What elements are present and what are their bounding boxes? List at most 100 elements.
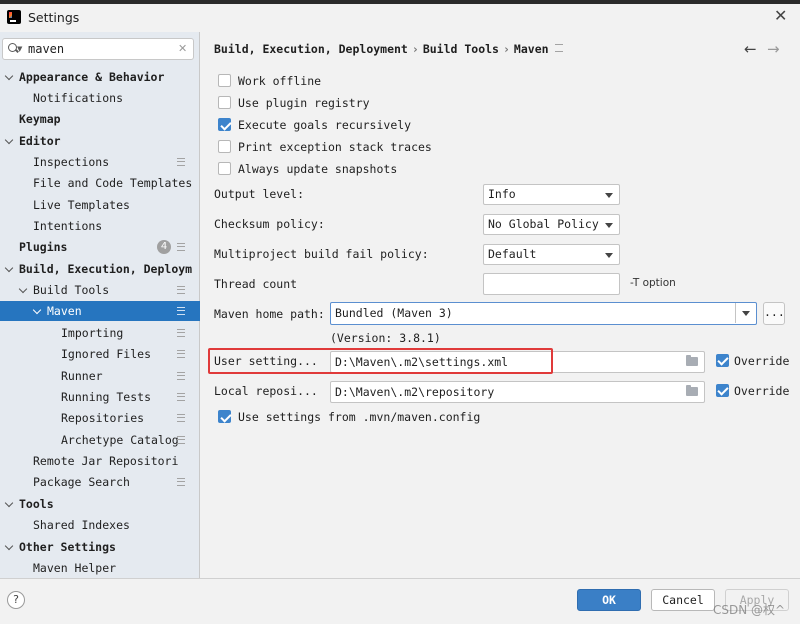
csdn-watermark: CSDN @权^: [713, 603, 786, 617]
work-offline-label: Work offline: [238, 74, 322, 88]
project-settings-icon: [177, 329, 185, 337]
title-bar: Settings ✕: [0, 4, 800, 32]
cancel-button[interactable]: Cancel: [651, 589, 715, 611]
tree-item-live-templates[interactable]: Live Templates: [0, 195, 200, 215]
tree-item-keymap[interactable]: Keymap: [0, 109, 200, 129]
project-settings-icon: [177, 393, 185, 401]
breadcrumb-separator: ›: [411, 42, 419, 56]
forward-arrow-icon[interactable]: →: [767, 40, 780, 58]
breadcrumb: Build, Execution, Deployment › Build Tools…: [214, 42, 563, 56]
search-history-chevron-icon[interactable]: ▼: [17, 45, 22, 53]
print-stack-label: Print exception stack traces: [238, 140, 432, 154]
multiproject-fail-policy-select[interactable]: Default: [483, 244, 620, 265]
intellij-app-icon: [7, 10, 21, 24]
checkbox-checked-icon[interactable]: [218, 118, 231, 131]
tree-item-package-search[interactable]: Package Search: [0, 472, 200, 492]
checkbox-checked-icon[interactable]: [218, 410, 231, 423]
tree-item-ignored-files[interactable]: Ignored Files: [0, 344, 200, 364]
maven-home-path-select[interactable]: Bundled (Maven 3): [330, 302, 757, 325]
output-level-label: Output level:: [214, 187, 305, 201]
project-settings-icon: [554, 44, 563, 52]
help-icon[interactable]: ?: [7, 591, 25, 609]
output-level-select[interactable]: Info: [483, 184, 620, 205]
project-settings-icon: [177, 414, 185, 422]
tree-item-shared-indexes[interactable]: Shared Indexes: [0, 515, 200, 535]
project-settings-icon: [177, 286, 185, 294]
user-settings-file-input[interactable]: D:\Maven\.m2\settings.xml: [330, 351, 705, 373]
project-settings-icon: [177, 436, 185, 444]
maven-home-path-value: Bundled (Maven 3): [335, 306, 453, 320]
tree-item-build-tools[interactable]: Build Tools: [0, 280, 200, 300]
chevron-down-icon[interactable]: [5, 136, 15, 146]
dropdown-arrow-icon: [605, 253, 613, 258]
tree-item-running-tests[interactable]: Running Tests: [0, 387, 200, 407]
tree-item-runner[interactable]: Runner: [0, 366, 200, 386]
close-icon[interactable]: ✕: [774, 6, 787, 25]
output-level-value: Info: [488, 187, 516, 201]
breadcrumb-maven: Maven: [513, 42, 549, 56]
checkbox-box[interactable]: [218, 162, 231, 175]
dropdown-arrow-icon: [605, 223, 613, 228]
chevron-down-icon[interactable]: [33, 306, 43, 316]
tree-item-maven-helper[interactable]: Maven Helper: [0, 558, 200, 578]
chevron-down-icon[interactable]: [5, 542, 15, 552]
dialog-footer: ? OK Cancel Apply CSDN @权^: [0, 578, 800, 624]
execute-goals-label: Execute goals recursively: [238, 118, 412, 132]
tree-item-archetype-catalog[interactable]: Archetype Catalog: [0, 430, 200, 450]
project-settings-icon: [177, 158, 185, 166]
checkbox-checked-icon[interactable]: [716, 384, 729, 397]
tree-item-other-settings[interactable]: Other Settings: [0, 537, 200, 557]
user-settings-label: User setting...: [214, 354, 318, 368]
tree-item-tools[interactable]: Tools: [0, 494, 200, 514]
local-repository-input[interactable]: D:\Maven\.m2\repository: [330, 381, 705, 403]
tree-item-remote-jar-repositories[interactable]: Remote Jar Repositori: [0, 451, 200, 471]
tree-item-appearance-behavior[interactable]: Appearance & Behavior: [0, 67, 200, 87]
checksum-policy-select[interactable]: No Global Policy: [483, 214, 620, 235]
ok-button[interactable]: OK: [577, 589, 641, 611]
window-title: Settings: [28, 10, 80, 25]
tree-item-intentions[interactable]: Intentions: [0, 216, 200, 236]
folder-icon[interactable]: [686, 355, 698, 366]
back-arrow-icon[interactable]: ←: [744, 40, 757, 58]
combo-divider: [735, 303, 736, 323]
updates-count-badge: 4: [157, 240, 171, 254]
checkbox-box[interactable]: [218, 96, 231, 109]
checkbox-checked-icon[interactable]: [716, 354, 729, 367]
tree-item-plugins[interactable]: Plugins 4: [0, 237, 200, 257]
chevron-down-icon[interactable]: [5, 264, 15, 274]
checkbox-box[interactable]: [218, 140, 231, 153]
tree-item-inspections[interactable]: Inspections: [0, 152, 200, 172]
clear-search-icon[interactable]: ✕: [178, 42, 187, 55]
dropdown-arrow-icon: [605, 193, 613, 198]
project-settings-icon: [177, 372, 185, 380]
chevron-down-icon[interactable]: [19, 285, 29, 295]
search-query[interactable]: maven: [28, 42, 64, 56]
override-label: Override: [734, 384, 790, 398]
tree-item-notifications[interactable]: Notifications: [0, 88, 200, 108]
browse-maven-home-button[interactable]: ...: [763, 302, 785, 325]
tree-item-maven[interactable]: Maven: [0, 301, 200, 321]
folder-icon[interactable]: [686, 385, 698, 396]
use-mvn-config-label: Use settings from .mvn/maven.config: [238, 410, 481, 424]
dropdown-arrow-icon[interactable]: [742, 311, 750, 316]
search-input[interactable]: ▼ maven ✕: [2, 38, 194, 60]
maven-version-label: (Version: 3.8.1): [330, 331, 441, 345]
tree-item-importing[interactable]: Importing: [0, 323, 200, 343]
chevron-down-icon[interactable]: [5, 499, 15, 509]
tree-item-editor[interactable]: Editor: [0, 131, 200, 151]
thread-count-input[interactable]: [483, 273, 620, 295]
checkbox-box[interactable]: [218, 74, 231, 87]
tree-item-repositories[interactable]: Repositories: [0, 408, 200, 428]
tree-item-file-code-templates[interactable]: File and Code Templates: [0, 173, 200, 193]
always-update-label: Always update snapshots: [238, 162, 398, 176]
tree-item-build-execution-deployment[interactable]: Build, Execution, Deploym: [0, 259, 200, 279]
project-settings-icon: [177, 307, 185, 315]
project-settings-icon: [177, 350, 185, 358]
checksum-policy-label: Checksum policy:: [214, 217, 325, 231]
chevron-down-icon[interactable]: [5, 72, 15, 82]
multiproject-fail-policy-value: Default: [488, 247, 537, 261]
settings-sidebar: ▼ maven ✕ Appearance & Behavior Notifica…: [0, 32, 200, 578]
user-settings-file-value: D:\Maven\.m2\settings.xml: [335, 355, 509, 369]
checksum-policy-value: No Global Policy: [488, 217, 599, 231]
use-plugin-registry-label: Use plugin registry: [238, 96, 370, 110]
